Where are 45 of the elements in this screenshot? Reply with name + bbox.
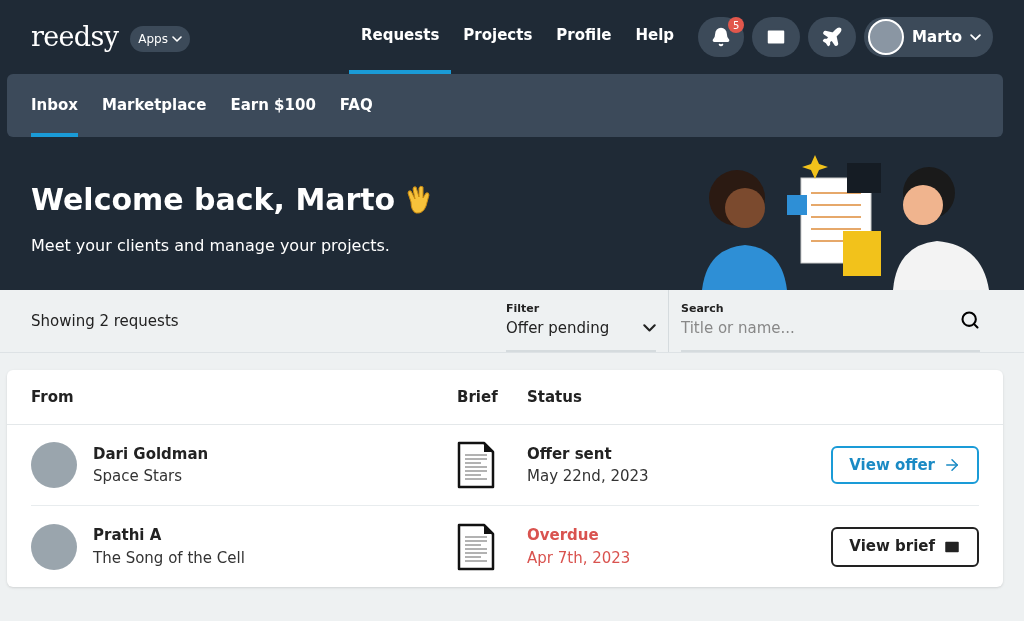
subnav-tab[interactable]: FAQ: [339, 74, 373, 137]
subnav-tab[interactable]: Marketplace: [102, 74, 207, 137]
search-icon: [960, 310, 980, 330]
results-summary: Showing 2 requests: [31, 310, 179, 332]
search-field[interactable]: Title or name...: [681, 317, 960, 340]
apps-button[interactable]: Apps: [130, 26, 190, 53]
avatar: [868, 19, 905, 56]
subnav-tab[interactable]: Earn $100: [230, 74, 316, 137]
messages-button[interactable]: [752, 17, 801, 58]
filter-dropdown[interactable]: Filter Offer pending: [506, 290, 656, 352]
project-title: The Song of the Cell: [93, 547, 246, 569]
view-brief-button[interactable]: View brief: [831, 526, 979, 567]
plane-icon: [821, 26, 844, 49]
client-name: Prathi A: [93, 525, 163, 546]
status-date: May 22nd, 2023: [527, 466, 649, 487]
hero-title: Welcome back, Marto: [31, 181, 396, 219]
document-icon: [457, 522, 495, 571]
subnav-tab[interactable]: Inbox: [31, 74, 78, 137]
chevron-down-icon: [970, 33, 981, 41]
status-date: Apr 7th, 2023: [527, 547, 631, 569]
view-offer-button[interactable]: View offer: [831, 446, 979, 484]
column-header: From: [31, 386, 75, 408]
user-menu-button[interactable]: Marto: [864, 17, 993, 58]
column-header: Status: [527, 386, 582, 408]
document-icon: [457, 441, 495, 489]
client-name: Dari Goldman: [93, 443, 210, 465]
request-status: Overdue: [527, 525, 600, 546]
hero-subtitle: Meet your clients and manage your projects.: [31, 235, 391, 257]
nav-tab[interactable]: Profile: [544, 0, 624, 75]
avatar: [31, 523, 77, 570]
chevron-down-icon: [171, 36, 182, 43]
notifications-button[interactable]: [698, 17, 745, 58]
nav-tab[interactable]: Help: [623, 0, 687, 75]
project-title: Space Stars: [93, 466, 184, 487]
logo[interactable]: reedsy: [31, 16, 119, 58]
arrow-right-icon: [943, 456, 961, 474]
notification-count: 5: [728, 17, 745, 34]
chevron-down-icon: [643, 324, 656, 333]
avatar: [31, 442, 77, 488]
bell-icon: [711, 27, 732, 48]
travel-button[interactable]: [808, 17, 857, 58]
request-status: Offer sent: [527, 443, 613, 465]
nav-tab[interactable]: Projects: [451, 0, 545, 75]
column-header: Brief: [457, 386, 499, 408]
search-label: Search: [681, 300, 725, 317]
